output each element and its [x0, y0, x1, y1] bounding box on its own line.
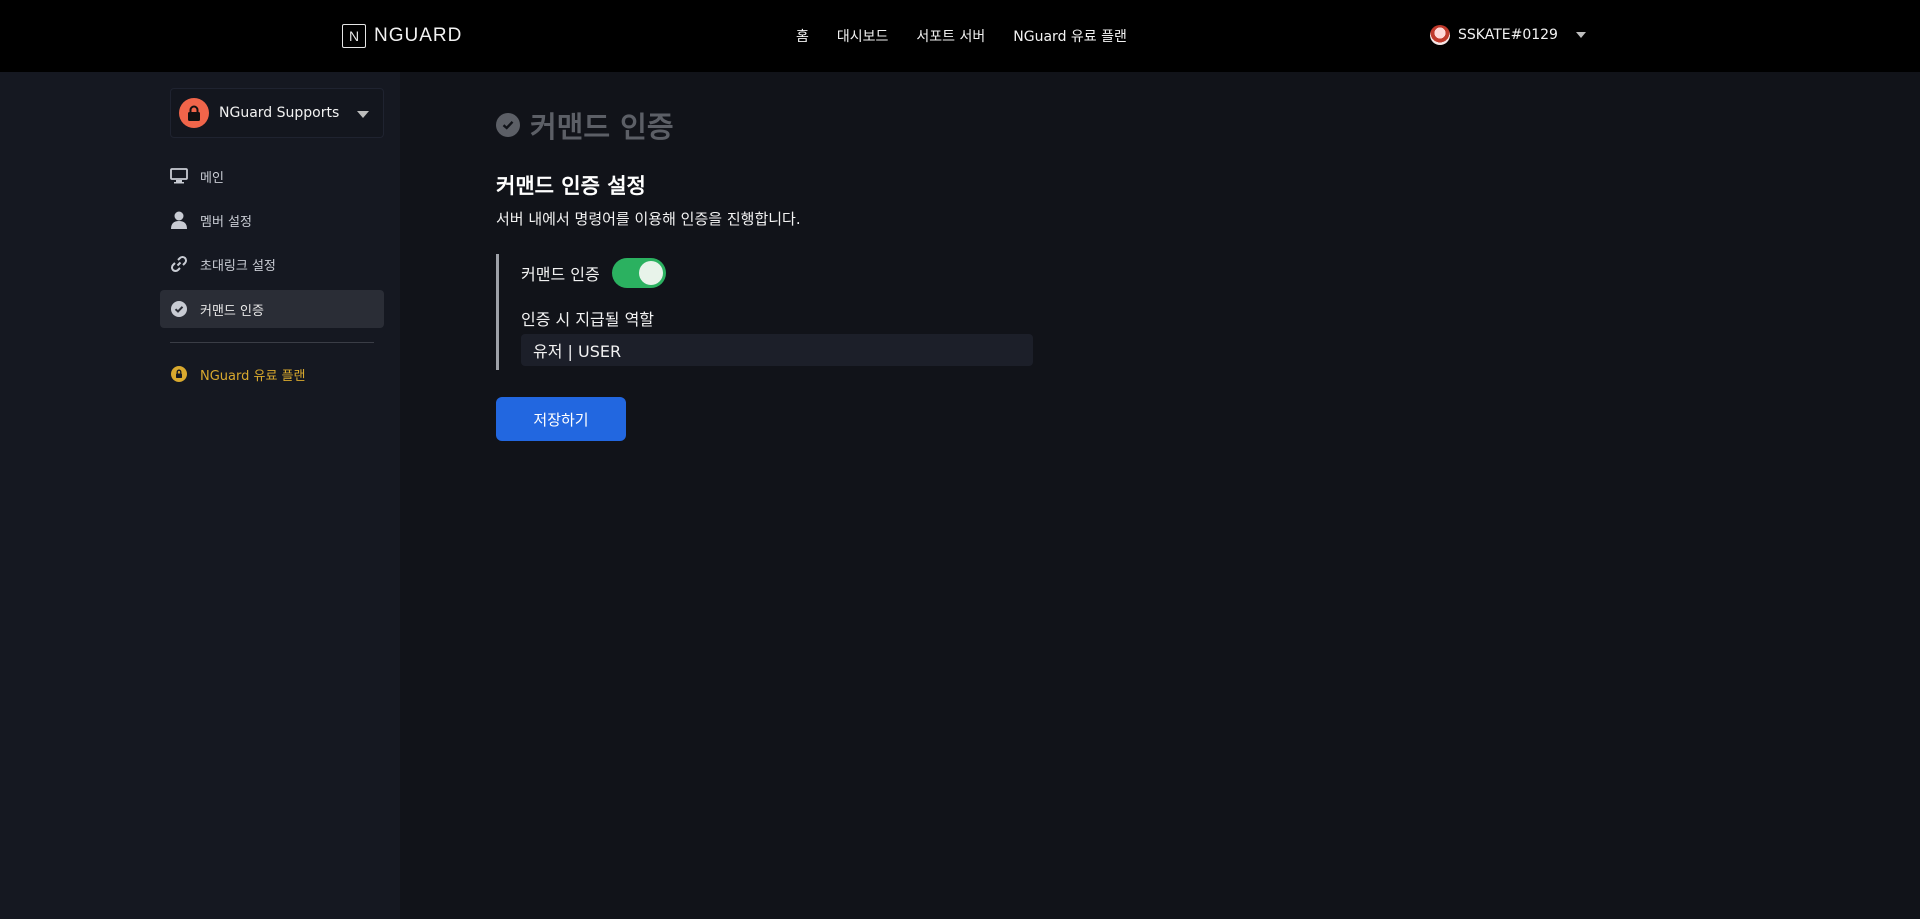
sidebar-item-label: 초대링크 설정 — [200, 258, 276, 274]
sidebar-divider — [170, 342, 374, 343]
user-icon — [170, 211, 188, 229]
sidebar-item-invite-link-settings[interactable]: 초대링크 설정 — [160, 245, 384, 283]
lock-icon — [170, 365, 188, 383]
nav-home-link[interactable]: 홈 — [796, 26, 809, 46]
sidebar-item-premium-plan[interactable]: NGuard 유료 플랜 — [160, 355, 384, 393]
section-title: 커맨드 인증 설정 — [496, 174, 646, 198]
sidebar-item-command-auth[interactable]: 커맨드 인증 — [160, 290, 384, 328]
sidebar-item-label: 커맨드 인증 — [200, 303, 264, 319]
nav-support-server-link[interactable]: 서포트 서버 — [916, 26, 985, 46]
avatar — [1430, 25, 1450, 45]
page-title-text: 커맨드 인증 — [530, 110, 674, 144]
command-auth-toggle-row: 커맨드 인증 — [521, 258, 666, 288]
sidebar-item-label: 메인 — [200, 170, 224, 186]
username: SSKATE#0129 — [1458, 27, 1558, 43]
server-selector[interactable]: NGuard Supports — [170, 88, 384, 138]
nav-premium-plan-link[interactable]: NGuard 유료 플랜 — [1013, 26, 1127, 46]
page-title: 커맨드 인증 — [496, 104, 674, 146]
toggle-knob — [638, 261, 663, 285]
role-select[interactable]: 유저 | USER — [521, 334, 1033, 366]
sidebar-item-label: NGuard 유료 플랜 — [200, 368, 306, 384]
command-auth-toggle[interactable] — [611, 258, 666, 288]
role-label: 인증 시 지급될 역할 — [521, 310, 655, 329]
check-circle-icon — [170, 300, 188, 318]
sidebar-item-label: 멤버 설정 — [200, 214, 252, 230]
user-menu[interactable]: SSKATE#0129 — [1430, 25, 1586, 45]
save-button[interactable]: 저장하기 — [496, 397, 626, 441]
sidebar — [0, 72, 400, 919]
server-name: NGuard Supports — [219, 105, 340, 121]
check-circle-icon — [496, 113, 520, 137]
link-icon — [170, 255, 188, 273]
logo-text: NGUARD — [374, 25, 463, 46]
section-description: 서버 내에서 명령어를 이용해 인증을 진행합니다. — [496, 210, 801, 228]
monitor-icon — [170, 167, 188, 185]
lock-icon — [179, 98, 209, 128]
chevron-down-icon — [1575, 32, 1586, 38]
nguard-logo[interactable]: N NGUARD — [342, 24, 462, 48]
logo-mark: N — [342, 24, 366, 48]
top-nav-links: 홈 대시보드 서포트 서버 NGuard 유료 플랜 — [796, 26, 1127, 46]
chevron-down-icon — [357, 111, 369, 118]
toggle-label: 커맨드 인증 — [521, 265, 600, 284]
role-select-value: 유저 | USER — [533, 342, 622, 361]
sidebar-item-member-settings[interactable]: 멤버 설정 — [160, 201, 384, 239]
nav-dashboard-link[interactable]: 대시보드 — [837, 26, 889, 46]
top-navbar: N NGUARD 홈 대시보드 서포트 서버 NGuard 유료 플랜 SSKA… — [0, 0, 1920, 72]
settings-block: 커맨드 인증 인증 시 지급될 역할 유저 | USER — [496, 254, 1036, 370]
sidebar-item-main[interactable]: 메인 — [160, 157, 384, 195]
main-content: 커맨드 인증 커맨드 인증 설정 서버 내에서 명령어를 이용해 인증을 진행합… — [400, 72, 1920, 919]
